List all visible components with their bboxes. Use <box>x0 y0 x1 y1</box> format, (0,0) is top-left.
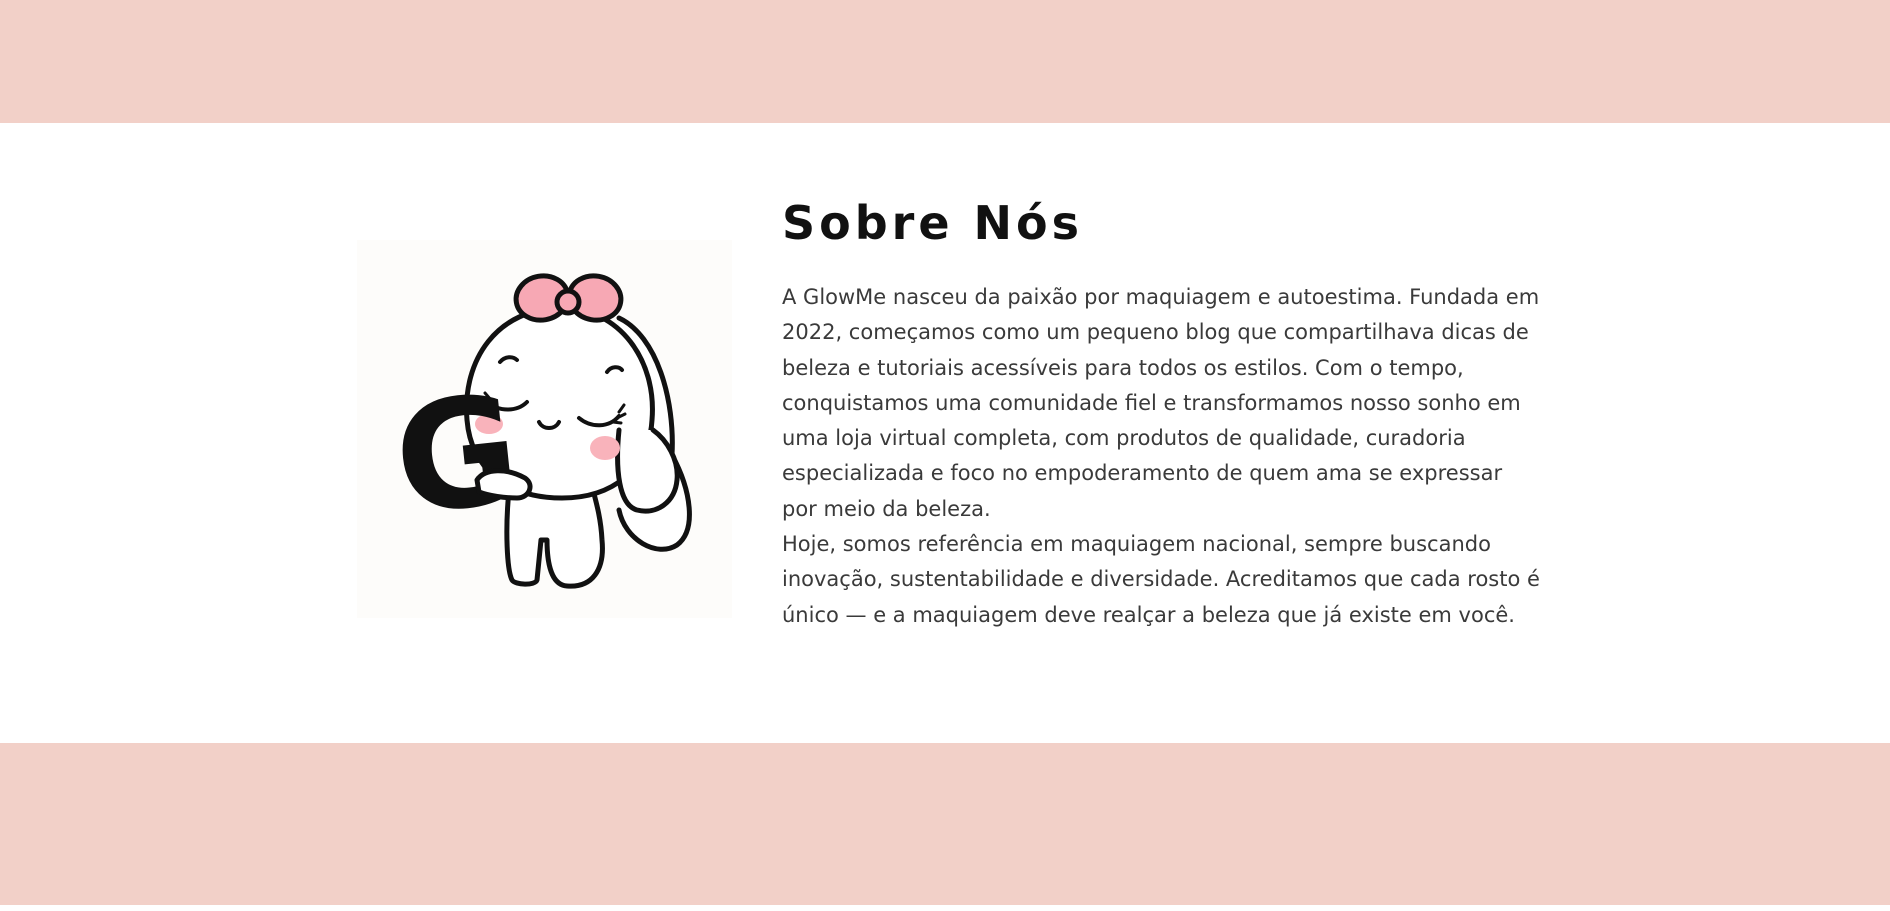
mascot-letter: G <box>387 363 528 549</box>
header-band <box>0 0 1890 123</box>
footer-band <box>0 743 1890 905</box>
about-paragraph: A GlowMe nasceu da paixão por maquiagem … <box>782 285 1540 521</box>
bunny-mascot-icon: G <box>387 273 692 589</box>
page-edge <box>0 905 1890 911</box>
mascot-illustration: G <box>357 240 732 618</box>
page-title: Sobre Nós <box>782 196 1084 250</box>
about-text: A GlowMe nasceu da paixão por maquiagem … <box>782 280 1542 633</box>
about-paragraph: Hoje, somos referência em maquiagem naci… <box>782 532 1540 627</box>
